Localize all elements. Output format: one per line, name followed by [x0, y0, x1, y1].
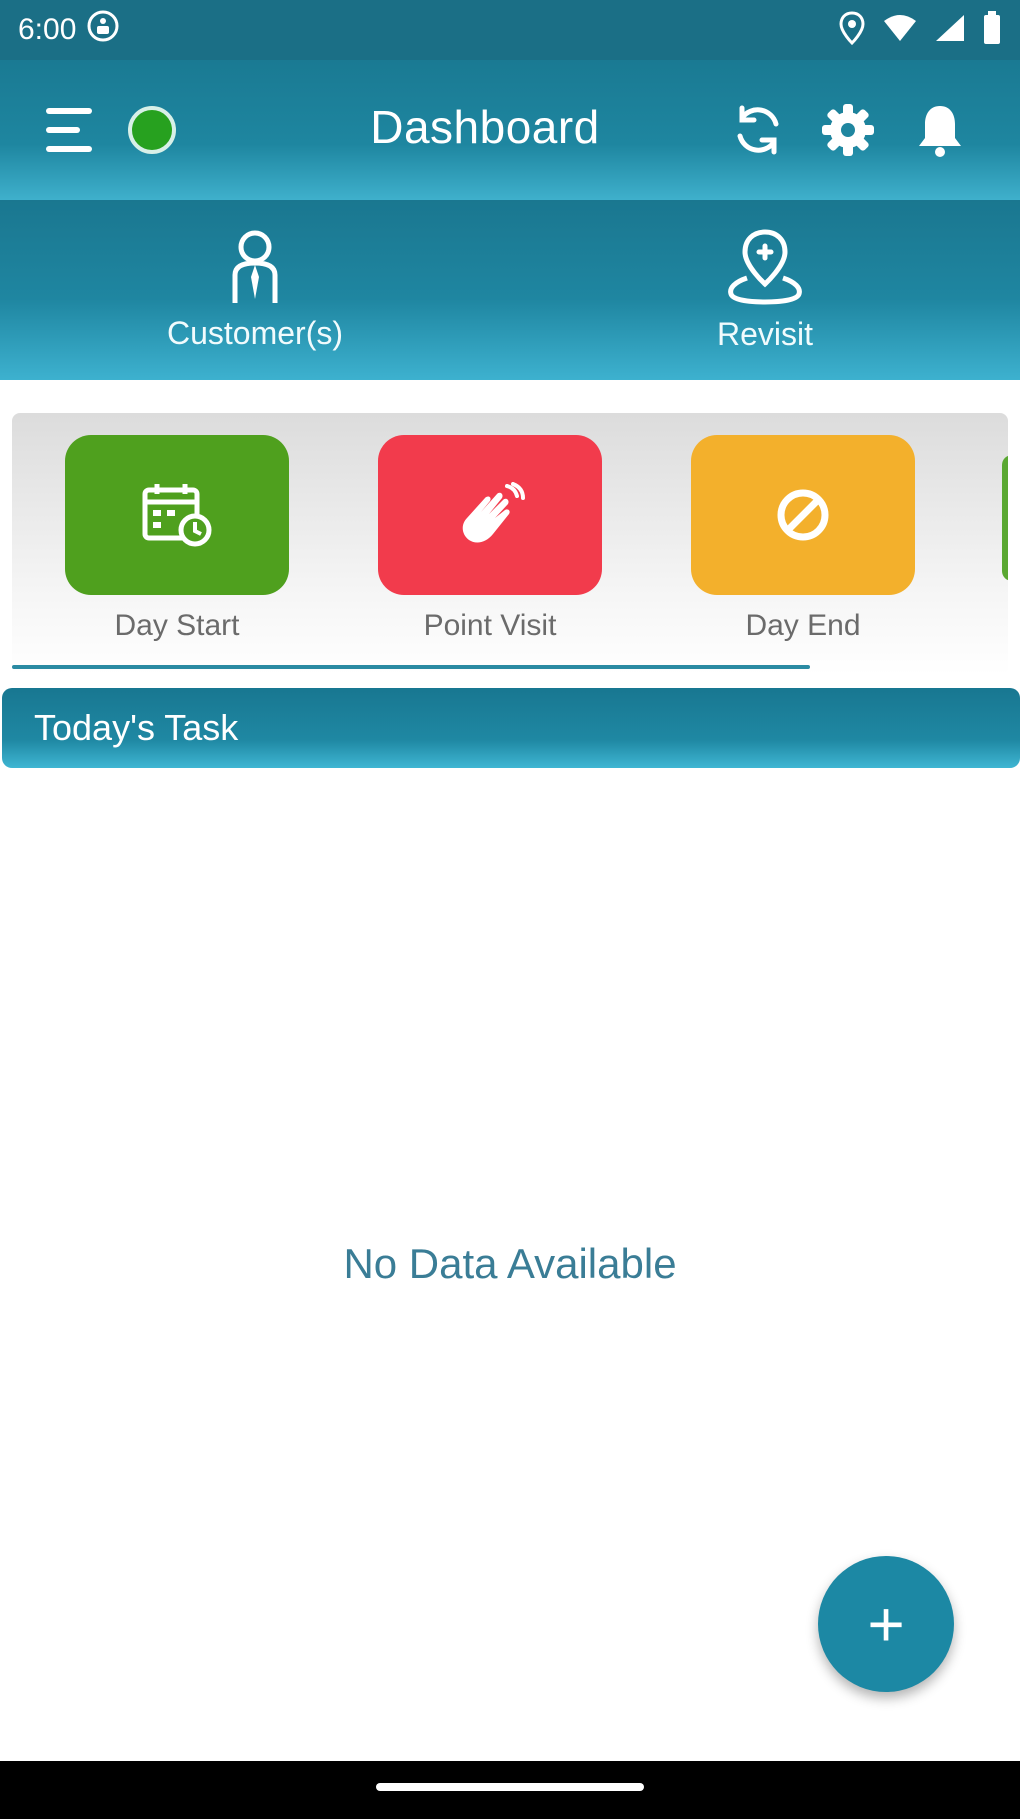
- bell-icon: [919, 106, 961, 157]
- sync-button[interactable]: [728, 100, 788, 160]
- empty-state-text: No Data Available: [343, 1240, 677, 1287]
- tab-revisit[interactable]: Revisit: [510, 200, 1020, 380]
- quick-actions-panel: Day Start Point Visit Day End: [12, 413, 1008, 675]
- settings-button[interactable]: [818, 100, 878, 160]
- battery-icon: [982, 10, 1002, 50]
- menu-icon: [46, 108, 92, 152]
- system-navigation-bar: [0, 1761, 1020, 1819]
- point-visit-tile: [378, 435, 602, 595]
- todays-task-header: Today's Task: [2, 688, 1020, 768]
- add-button[interactable]: +: [818, 1556, 954, 1692]
- gear-icon: [822, 104, 874, 156]
- tab-customers[interactable]: Customer(s): [0, 200, 510, 380]
- wifi-icon: [882, 13, 918, 48]
- point-visit-button[interactable]: Point Visit: [378, 435, 602, 643]
- point-visit-label: Point Visit: [423, 609, 557, 642]
- signal-icon: [934, 13, 966, 48]
- day-end-label: Day End: [745, 609, 861, 642]
- day-start-label: Day Start: [114, 609, 240, 642]
- android-system-icon: [86, 9, 120, 51]
- top-tab-bar: Customer(s) Revisit: [0, 200, 1020, 380]
- revisit-location-icon: [728, 228, 802, 305]
- calendar-clock-icon: [142, 484, 212, 547]
- day-start-button[interactable]: Day Start: [65, 435, 289, 643]
- next-quick-action-peek[interactable]: [1002, 455, 1008, 581]
- home-gesture-handle[interactable]: [376, 1783, 644, 1791]
- day-end-tile: [691, 435, 915, 595]
- hand-wave-icon: [462, 482, 525, 543]
- day-end-button[interactable]: Day End: [691, 435, 915, 643]
- quick-actions-scrollbar[interactable]: [12, 665, 810, 669]
- sync-icon: [737, 105, 779, 155]
- online-status-indicator: [128, 106, 176, 154]
- day-start-tile: [65, 435, 289, 595]
- customer-icon: [232, 230, 278, 303]
- status-bar: 6:00: [0, 0, 1020, 60]
- tab-revisit-label: Revisit: [716, 315, 813, 352]
- app-bar: Dashboard: [0, 60, 1020, 200]
- plus-icon: +: [867, 1588, 905, 1660]
- menu-button[interactable]: [40, 102, 100, 158]
- page-title: Dashboard: [370, 101, 600, 153]
- todays-task-title: Today's Task: [34, 707, 239, 748]
- block-icon: [777, 489, 829, 541]
- status-time: 6:00: [18, 13, 77, 46]
- location-icon: [838, 10, 866, 50]
- tab-customers-label: Customer(s): [166, 314, 343, 351]
- notifications-button[interactable]: [910, 100, 970, 160]
